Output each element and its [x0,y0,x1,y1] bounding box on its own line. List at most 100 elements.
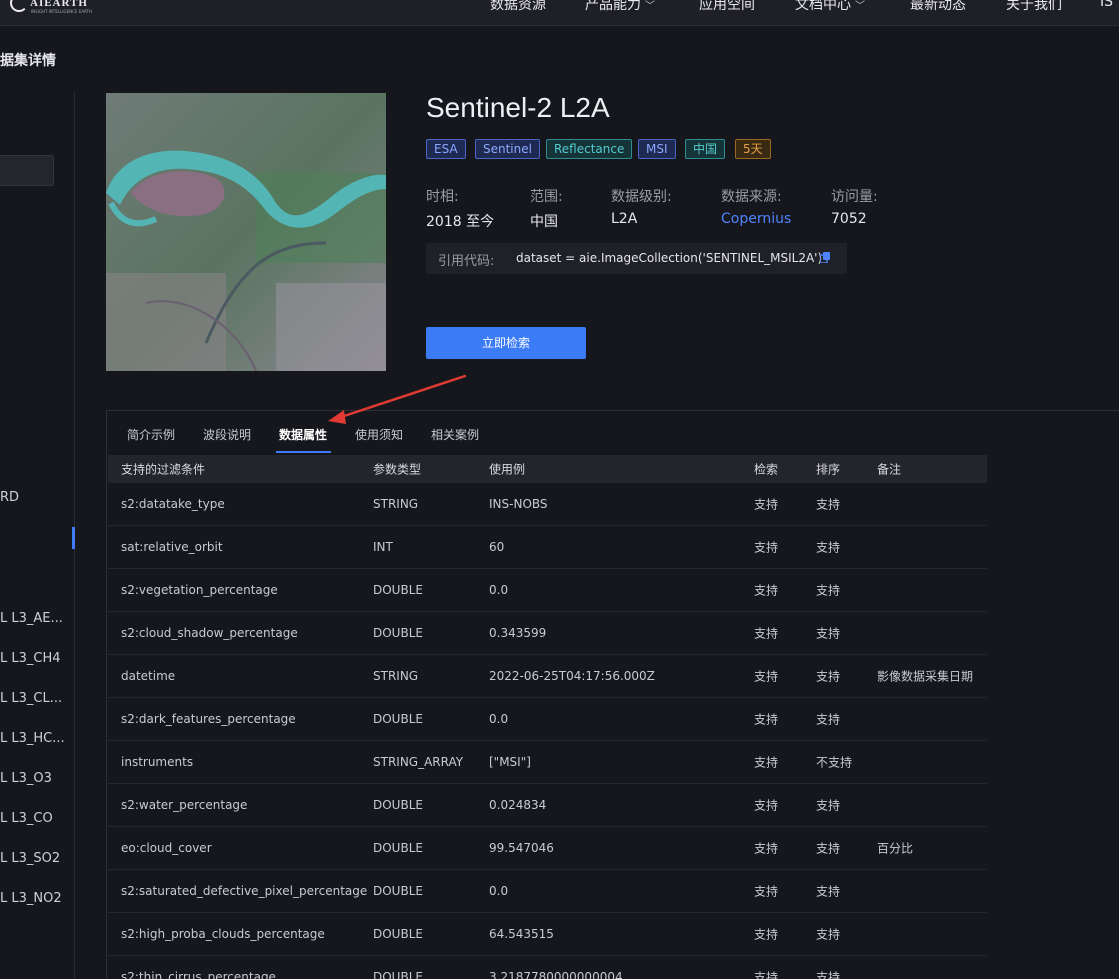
header-search: 检索 [754,462,779,477]
cell-filter-name: s2:cloud_shadow_percentage [121,626,298,640]
table-row: s2:thin_cirrus_percentage DOUBLE 3.2187780… [108,956,987,979]
cell-sort: 支持 [816,669,841,684]
cell-search: 支持 [754,798,779,813]
tab-band-description[interactable]: 波段说明 [203,426,251,443]
cell-sort: 支持 [816,626,841,641]
sidebar-search-input[interactable] [0,155,54,186]
cell-param-type: DOUBLE [373,884,423,898]
cell-param-type: DOUBLE [373,626,423,640]
sidebar-item[interactable]: L L3_SO2 [0,851,60,866]
cell-sort: 不支持 [816,755,853,770]
cell-example: 64.543515 [489,927,554,941]
nav-item-news[interactable]: 最新动态 [910,0,966,14]
cell-param-type: DOUBLE [373,970,423,979]
nav-item-about[interactable]: 关于我们 [1006,0,1062,14]
sidebar-item[interactable]: L L3_HC... [0,731,65,746]
cell-example: 3.2187780000000004 [489,970,623,979]
active-tab-indicator [276,451,331,453]
citation-code: dataset = aie.ImageCollection('SENTINEL_… [516,251,823,265]
table-row: s2:cloud_shadow_percentage DOUBLE 0.343599… [108,612,987,655]
nav-item-app-space[interactable]: 应用空间 [699,0,755,14]
cell-sort: 支持 [816,884,841,899]
meta-label-visits: 访问量: [831,189,878,205]
cell-param-type: DOUBLE [373,927,423,941]
meta-value-level: L2A [611,211,638,227]
cell-example: 2022-06-25T04:17:56.000Z [489,669,655,683]
nav-item-product[interactable]: 产品能力 ﹀ [585,0,655,14]
nav-item-data-resources[interactable]: 数据资源 [490,0,546,14]
sidebar-item[interactable]: L L3_NO2 [0,891,62,906]
tab-data-properties[interactable]: 数据属性 [279,426,327,443]
citation-label: 引用代码: [438,254,495,269]
cell-filter-name: datetime [121,669,176,683]
cell-param-type: STRING [373,669,419,683]
table-row: instruments STRING_ARRAY ["MSI"] 支持 不支持 [108,741,987,784]
cell-sort: 支持 [816,583,841,598]
cell-example: 0.024834 [489,798,547,812]
cell-search: 支持 [754,841,779,856]
copy-icon[interactable] [820,252,830,263]
meta-label-level: 数据级别: [611,189,672,205]
cell-filter-name: s2:vegetation_percentage [121,583,278,597]
cell-search: 支持 [754,884,779,899]
cell-filter-name: s2:water_percentage [121,798,248,812]
sidebar-item[interactable]: L L3_CH4 [0,651,61,666]
cell-search: 支持 [754,540,779,555]
logo-subtitle: INSIGHT INTELLIGENCE EARTH [31,9,92,14]
table-row: sat:relative_orbit INT 60 支持 支持 [108,526,987,569]
page-title: 据集详情 [0,53,56,69]
chevron-down-icon: ﹀ [855,1,865,12]
sidebar-item[interactable]: L L3_AE... [0,611,63,626]
tag-msi[interactable]: MSI [638,139,676,159]
meta-value-visits: 7052 [831,211,867,227]
tag-reflectance[interactable]: Reflectance [546,139,633,159]
cell-param-type: DOUBLE [373,798,423,812]
cell-search: 支持 [754,970,779,979]
table-row: s2:saturated_defective_pixel_percentage D… [108,870,987,913]
cell-example: 0.343599 [489,626,547,640]
sidebar-item[interactable]: L L3_CL... [0,691,62,706]
cell-remark: 百分比 [877,841,914,856]
cell-filter-name: s2:datatake_type [121,497,225,511]
cell-filter-name: instruments [121,755,194,769]
cell-search: 支持 [754,927,779,942]
table-body: s2:datatake_type STRING INS-NOBS 支持 支持 sat:re… [108,483,987,979]
tag-5-days[interactable]: 5天 [735,139,771,159]
meta-value-time: 2018 至今 [426,214,495,230]
search-now-button[interactable]: 立即检索 [426,327,586,359]
header-remark: 备注 [877,462,902,477]
tab-related-cases[interactable]: 相关案例 [431,426,479,443]
sidebar-item[interactable]: RD [0,490,19,505]
sidebar-item[interactable]: L L3_O3 [0,771,52,786]
dataset-thumbnail-image [106,93,386,371]
cell-param-type: INT [373,540,393,554]
nav-item-extra[interactable]: IS [1100,0,1113,10]
cell-sort: 支持 [816,712,841,727]
cell-example: 99.547046 [489,841,554,855]
meta-value-source-link[interactable]: Copernius [721,211,791,227]
cell-filter-name: s2:high_proba_clouds_percentage [121,927,325,941]
properties-table: 支持的过滤条件 参数类型 使用例 检索 排序 备注 s2:datatake_ty… [108,455,987,979]
cell-example: 60 [489,540,505,554]
tab-intro-examples[interactable]: 简介示例 [127,426,175,443]
cell-filter-name: s2:saturated_defective_pixel_percentage [121,884,368,898]
sidebar-item[interactable]: L L3_CO [0,811,53,826]
tag-sentinel[interactable]: Sentinel [475,139,540,159]
header-example: 使用例 [489,462,526,477]
tag-china[interactable]: 中国 [685,139,726,159]
dataset-title: Sentinel-2 L2A [426,92,610,123]
cell-filter-name: sat:relative_orbit [121,540,223,554]
meta-value-range: 中国 [530,214,558,230]
tag-esa[interactable]: ESA [426,139,466,159]
cell-search: 支持 [754,497,779,512]
header-sort: 排序 [816,462,841,477]
cell-example: 0.0 [489,583,509,597]
header-filter: 支持的过滤条件 [121,462,206,477]
tab-usage-notes[interactable]: 使用须知 [355,426,403,443]
cell-filter-name: eo:cloud_cover [121,841,212,855]
table-row: eo:cloud_cover DOUBLE 99.547046 支持 支持 百分比 [108,827,987,870]
header-type: 参数类型 [373,462,422,477]
nav-item-docs[interactable]: 文档中心 ﹀ [795,0,865,14]
cell-example: 0.0 [489,884,509,898]
logo-text: AIEARTH [30,0,88,9]
